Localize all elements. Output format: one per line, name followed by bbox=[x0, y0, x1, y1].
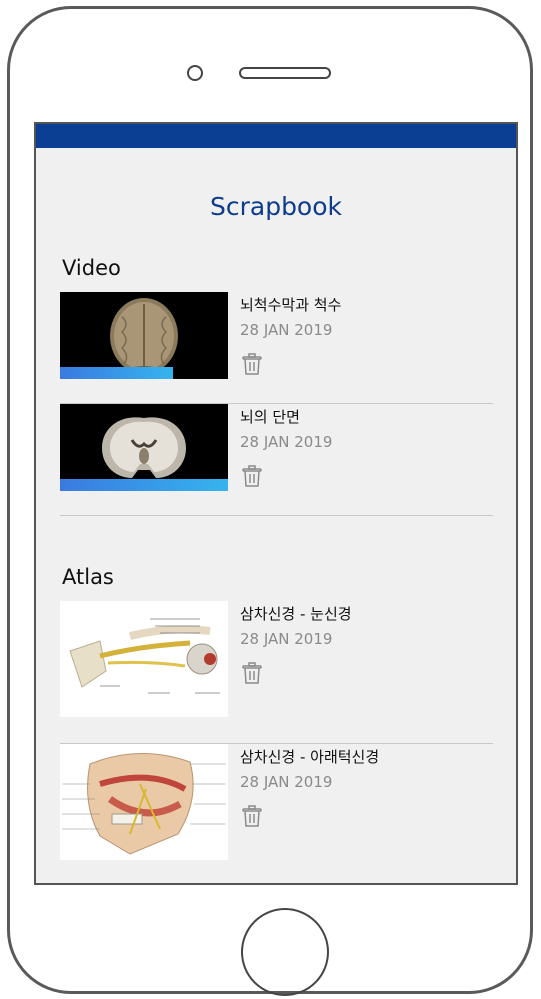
item-title: 뇌척수막과 척수 bbox=[240, 296, 342, 314]
status-bar bbox=[36, 124, 516, 148]
brain-top-view-image bbox=[110, 298, 178, 378]
trash-icon[interactable] bbox=[240, 352, 264, 376]
mandibular-nerve-illustration bbox=[60, 744, 228, 860]
atlas-thumbnail[interactable] bbox=[60, 744, 228, 860]
page-title: Scrapbook bbox=[209, 192, 343, 221]
trash-icon[interactable] bbox=[240, 464, 264, 488]
list-item[interactable]: 뇌의 단면 28 JAN 2019 bbox=[60, 404, 493, 516]
list-item[interactable]: 삼차신경 - 아래턱신경 28 JAN 2019 bbox=[60, 744, 493, 883]
section-title-atlas: Atlas bbox=[62, 565, 114, 589]
atlas-thumbnail[interactable] bbox=[60, 601, 228, 717]
item-date: 28 JAN 2019 bbox=[240, 321, 333, 339]
item-date: 28 JAN 2019 bbox=[240, 433, 333, 451]
trash-icon[interactable] bbox=[240, 661, 264, 685]
list-item[interactable]: 삼차신경 - 눈신경 28 JAN 2019 bbox=[60, 601, 493, 744]
item-title: 뇌의 단면 bbox=[240, 408, 300, 426]
camera-icon bbox=[187, 65, 203, 81]
app-screen: Scrapbook Video 뇌척수막과 척수 28 JAN 2019 뇌의 … bbox=[34, 122, 518, 885]
ophthalmic-nerve-illustration bbox=[60, 601, 228, 717]
item-title: 삼차신경 - 눈신경 bbox=[240, 605, 352, 623]
item-date: 28 JAN 2019 bbox=[240, 630, 333, 648]
video-progress-bar bbox=[60, 479, 228, 491]
item-title: 삼차신경 - 아래턱신경 bbox=[240, 748, 380, 766]
video-progress-bar bbox=[60, 367, 173, 379]
section-title-video: Video bbox=[62, 256, 121, 280]
list-item[interactable]: 뇌척수막과 척수 28 JAN 2019 bbox=[60, 292, 493, 404]
video-thumbnail[interactable] bbox=[60, 292, 228, 379]
speaker-grille bbox=[239, 67, 331, 79]
divider bbox=[60, 515, 493, 516]
trash-icon[interactable] bbox=[240, 804, 264, 828]
brain-coronal-section-image bbox=[102, 417, 186, 478]
home-button[interactable] bbox=[241, 908, 329, 996]
item-date: 28 JAN 2019 bbox=[240, 773, 333, 791]
video-thumbnail[interactable] bbox=[60, 404, 228, 491]
